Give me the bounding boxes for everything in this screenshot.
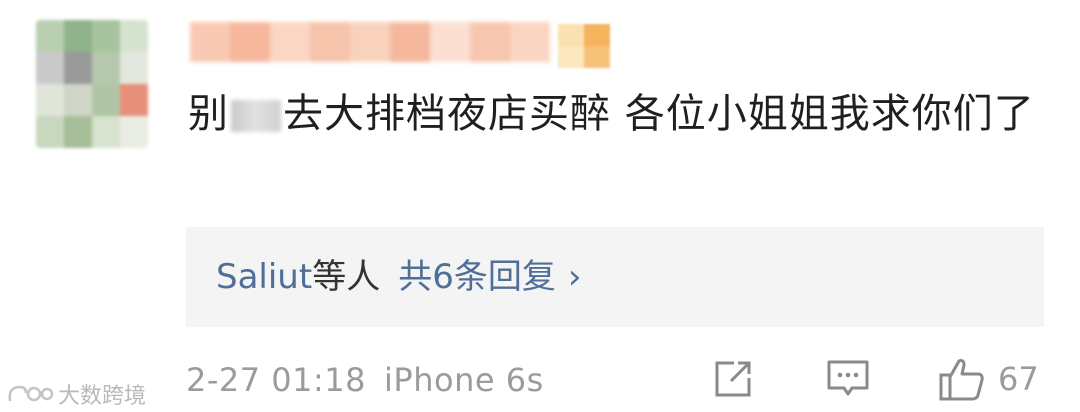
comment-text: 别去大排档夜店买醉 各位小姐姐我求你们了 [188, 91, 1035, 137]
thumbs-up-icon [939, 359, 984, 401]
watermark-logo-icon [8, 385, 54, 402]
watermark-text: 大数跨境 [58, 384, 147, 409]
comment-meta: 2-27 01:18 iPhone 6s [186, 358, 544, 402]
watermark: 大数跨境 [6, 378, 146, 410]
share-button[interactable] [712, 356, 756, 402]
comment-datetime: 2-27 01:18 [186, 361, 367, 399]
like-count: 67 [998, 360, 1039, 398]
user-badge-icon [558, 24, 610, 68]
avatar[interactable] [36, 20, 148, 148]
replies-summary[interactable]: Saliut等人 共6条回复 › [216, 255, 581, 299]
like-button[interactable]: 67 [938, 356, 1039, 402]
redacted-mask [231, 100, 281, 132]
reply-count-link[interactable]: 共6条回复 [398, 257, 556, 297]
reply-suffix: 等人 [312, 257, 381, 297]
comment-icon [827, 360, 869, 396]
share-icon [715, 361, 751, 397]
comment-button[interactable] [826, 356, 870, 402]
chevron-right-icon: › [567, 257, 582, 297]
username[interactable] [190, 22, 550, 62]
reply-user-link[interactable]: Saliut [216, 257, 312, 297]
comment-source: iPhone 6s [384, 361, 544, 399]
replies-box[interactable]: Saliut等人 共6条回复 › [186, 227, 1044, 327]
